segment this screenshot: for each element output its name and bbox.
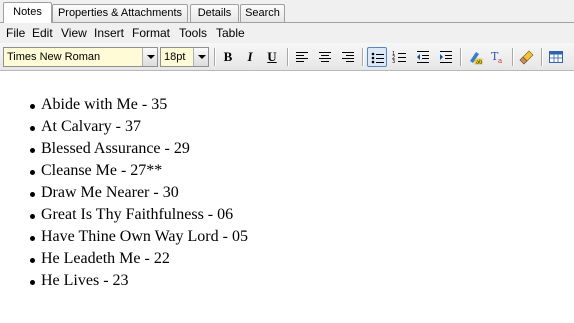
list-item: At Calvary - 37	[28, 116, 248, 138]
italic-button[interactable]: I	[240, 47, 260, 67]
menu-edit[interactable]: Edit	[32, 25, 53, 41]
font-size-dropdown-icon[interactable]	[193, 48, 208, 66]
menu-insert[interactable]: Insert	[94, 25, 124, 41]
toolbar-separator	[287, 48, 289, 66]
list-item: Great Is Thy Faithfulness - 06	[28, 204, 248, 226]
toolbar-separator	[541, 48, 543, 66]
list-item: Have Thine Own Way Lord - 05	[28, 226, 248, 248]
notes-bullet-list: Abide with Me - 35 At Calvary - 37 Bless…	[28, 94, 248, 292]
bold-button[interactable]: B	[218, 47, 238, 67]
align-left-icon[interactable]	[292, 47, 312, 67]
tab-notes[interactable]: Notes	[3, 2, 52, 23]
svg-text:a: a	[498, 57, 502, 65]
list-item: Draw Me Nearer - 30	[28, 182, 248, 204]
indent-icon[interactable]	[436, 47, 456, 67]
outdent-icon[interactable]	[413, 47, 433, 67]
tab-bar: Notes Properties & Attachments Details S…	[0, 0, 574, 23]
tab-details[interactable]: Details	[190, 4, 239, 22]
svg-text:3: 3	[392, 59, 395, 65]
font-family-dropdown-icon[interactable]	[142, 48, 157, 66]
list-item: Blessed Assurance - 29	[28, 138, 248, 160]
menu-table[interactable]: Table	[216, 25, 245, 41]
clear-formatting-icon[interactable]	[517, 47, 537, 67]
font-size-select[interactable]: 18pt	[160, 47, 209, 67]
text-color-icon[interactable]: Ta	[488, 47, 508, 67]
list-item: Abide with Me - 35	[28, 94, 248, 116]
svg-text:ab: ab	[476, 60, 482, 66]
insert-table-icon[interactable]	[546, 47, 566, 67]
list-item: Cleanse Me - 27**	[28, 160, 248, 182]
toolbar-separator	[214, 48, 216, 66]
toolbar-separator	[362, 48, 364, 66]
font-size-value: 18pt	[164, 51, 186, 63]
toolbar-separator	[512, 48, 514, 66]
font-family-select[interactable]: Times New Roman	[3, 47, 158, 67]
list-item: He Leadeth Me - 22	[28, 248, 248, 270]
format-toolbar: Times New Roman 18pt B I U 123 ab Ta	[0, 43, 574, 71]
font-family-value: Times New Roman	[7, 51, 101, 63]
menu-file[interactable]: File	[6, 25, 25, 41]
menu-format[interactable]: Format	[132, 25, 170, 41]
list-item: He Lives - 23	[28, 270, 248, 292]
tab-properties-attachments[interactable]: Properties & Attachments	[52, 4, 188, 22]
bullet-list-icon[interactable]	[367, 47, 387, 67]
align-right-icon[interactable]	[338, 47, 358, 67]
notes-editor[interactable]: Abide with Me - 35 At Calvary - 37 Bless…	[0, 71, 574, 323]
toolbar-separator	[460, 48, 462, 66]
tab-search[interactable]: Search	[240, 4, 285, 22]
menu-tools[interactable]: Tools	[179, 25, 207, 41]
highlight-color-icon[interactable]: ab	[465, 47, 485, 67]
underline-button[interactable]: U	[262, 47, 282, 67]
menu-bar: File Edit View Insert Format Tools Table	[0, 23, 574, 43]
numbered-list-icon[interactable]: 123	[390, 47, 410, 67]
align-center-icon[interactable]	[315, 47, 335, 67]
menu-view[interactable]: View	[61, 25, 87, 41]
